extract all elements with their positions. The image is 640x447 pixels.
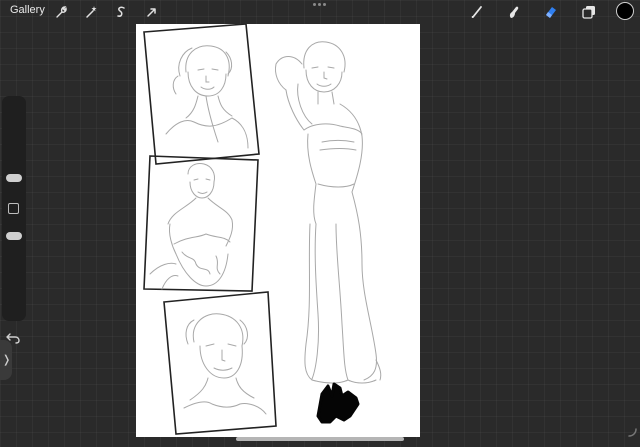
layers-icon[interactable]	[580, 3, 598, 21]
brush-size-slider[interactable]	[6, 174, 22, 182]
selection-icon[interactable]	[112, 3, 130, 21]
brush-sidebar	[2, 96, 26, 321]
color-picker-button[interactable]	[616, 2, 634, 20]
chevron-right-icon: ❭	[2, 354, 12, 366]
top-toolbar: Gallery	[0, 0, 640, 24]
opacity-slider[interactable]	[6, 232, 22, 240]
sketch-artwork	[143, 24, 382, 435]
ink-scribble	[316, 382, 360, 424]
panel-2-frame	[143, 155, 259, 292]
sidebar-expand-tab[interactable]: ❭	[0, 340, 12, 380]
magic-wand-icon[interactable]	[82, 3, 100, 21]
panel-3-frame	[163, 291, 277, 435]
panel-1-frame	[143, 24, 260, 165]
smudge-icon[interactable]	[505, 3, 523, 21]
drawing-canvas[interactable]	[136, 24, 420, 437]
gallery-button[interactable]: Gallery	[10, 4, 45, 16]
wrench-icon[interactable]	[52, 3, 70, 21]
modify-button[interactable]	[8, 203, 19, 214]
more-options-icon[interactable]	[313, 3, 327, 9]
transform-arrow-icon[interactable]	[143, 3, 161, 21]
home-indicator	[236, 437, 404, 441]
brush-icon[interactable]	[468, 3, 486, 21]
corner-grip-icon	[628, 428, 637, 437]
eraser-icon[interactable]	[542, 3, 560, 21]
